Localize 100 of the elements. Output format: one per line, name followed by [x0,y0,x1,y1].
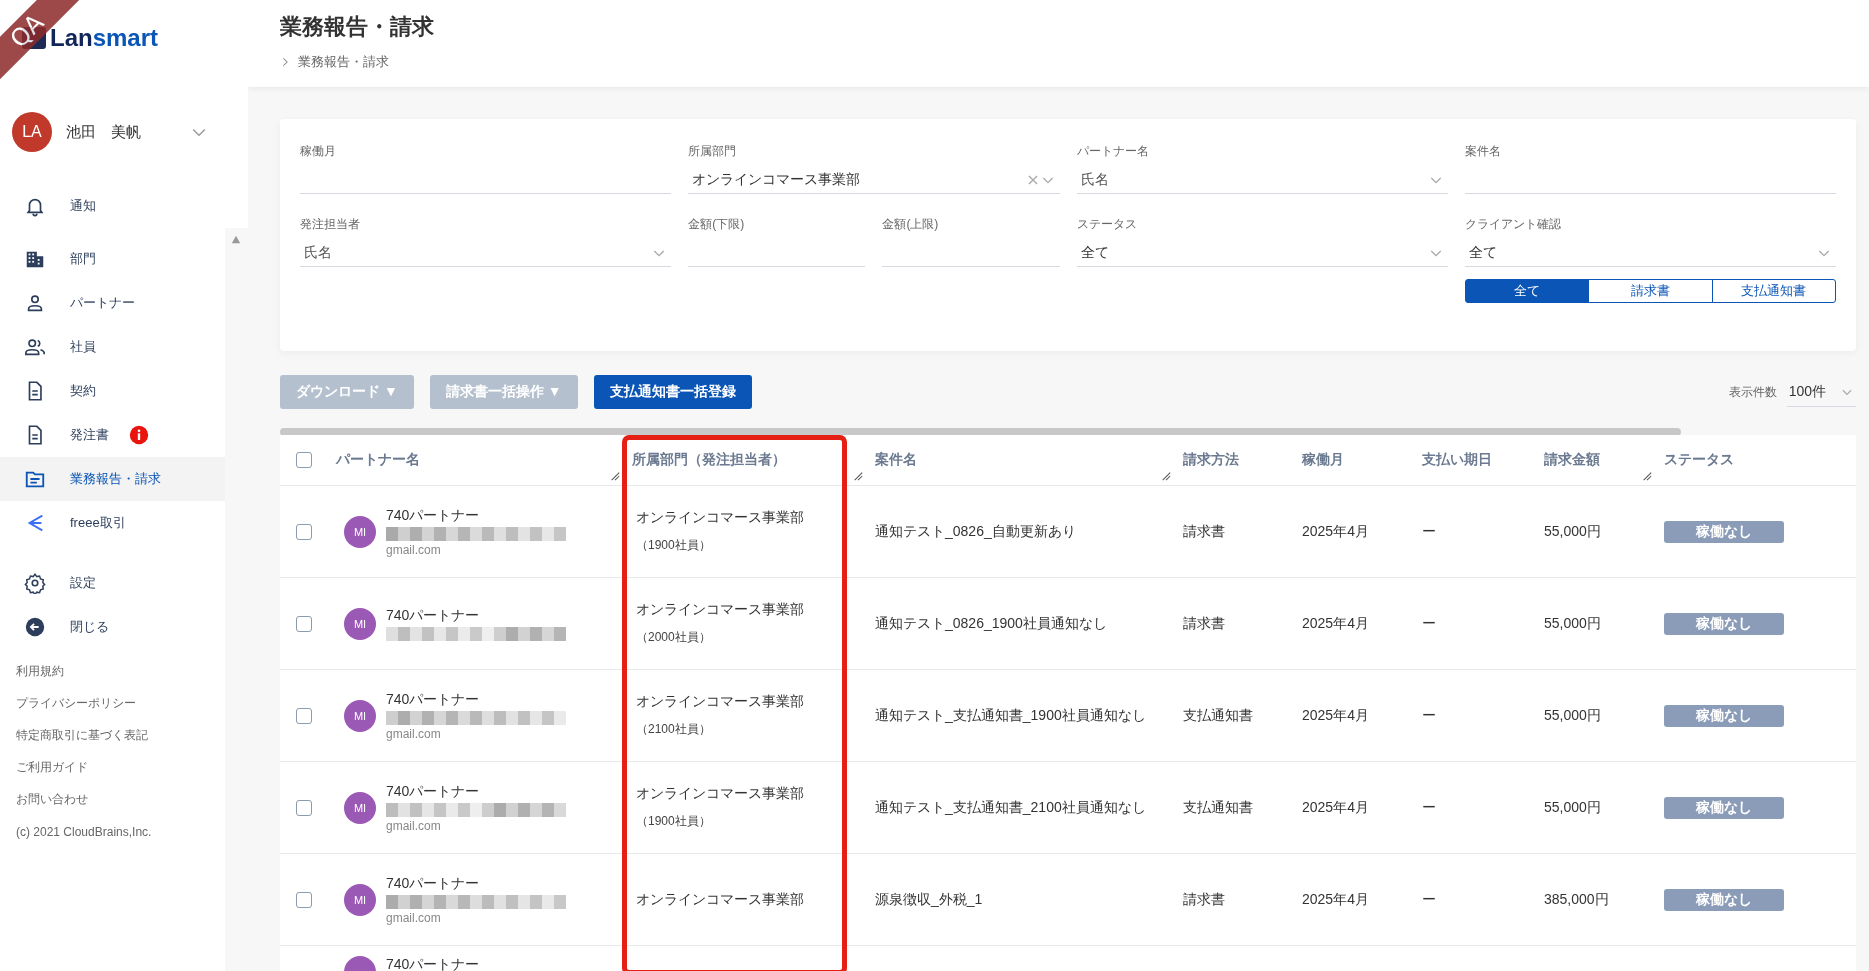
status-badge: 稼働なし [1664,612,1784,635]
field-label: 稼働月 [300,143,337,160]
field-label: 金額(上限) [882,216,940,233]
billing-method: 請求書 [1183,522,1225,541]
project-name: 通知テスト_支払通知書_1900社員通知なし [875,706,1146,725]
nav-item[interactable]: 社員 [0,325,225,369]
chevron-right-icon [280,57,290,67]
nav-item[interactable]: 業務報告・請求 [0,457,225,501]
billing-method: 請求書 [1183,614,1225,633]
column-header[interactable]: 支払い期日 [1422,451,1492,469]
partner-name: 740パートナー [386,606,481,625]
checkbox[interactable] [296,891,312,908]
work-month: 2025年4月 [1302,614,1369,633]
column-header[interactable]: 請求金額 [1544,451,1600,469]
partner-name: 740パートナー [386,506,481,525]
column-header[interactable]: 稼働月 [1302,451,1344,469]
nav-item[interactable]: 通知 [0,184,225,228]
billed-amount: 55,000円 [1544,614,1601,633]
project-name: 通知テスト_0826_1900社員通知なし [875,614,1107,633]
column-header[interactable]: ステータス [1664,451,1734,469]
page-size-label: 表示件数 [1728,383,1777,401]
due-date: ー [1422,706,1436,725]
field-label: パートナー名 [1076,143,1150,160]
column-header[interactable]: パートナー名 [336,451,420,469]
people-icon [24,336,46,358]
department-name: オンラインコマース事業部 [636,785,804,803]
billed-amount: 55,000円 [1544,706,1601,725]
select-field[interactable]: 氏名 [300,239,672,267]
checkbox[interactable] [296,707,312,724]
orderer-name: （2000社員） [636,629,711,646]
partner-name: 740パートナー [386,956,480,971]
column-header[interactable]: 案件名 [875,451,917,469]
orderer-name: （1900社員） [636,537,711,554]
field-label: 案件名 [1464,143,1502,160]
segment-tab[interactable]: 全て [1464,279,1590,303]
segment-tab[interactable]: 支払通知書 [1711,279,1836,303]
scroll-up-icon [229,234,243,244]
billed-amount: 385,000円 [1544,890,1609,909]
orderer-name: （1900社員） [636,813,711,830]
status-badge: 稼働なし [1664,796,1784,819]
department-name: オンラインコマース事業部 [636,890,804,909]
select-field[interactable]: 全て [1076,239,1448,267]
page-size-select[interactable]: 100件 [1786,377,1856,407]
work-month: 2025年4月 [1302,798,1369,817]
partner-avatar: MI [344,607,376,640]
select-field[interactable]: 全て [1464,239,1836,267]
due-date: ー [1422,798,1436,817]
footer-link[interactable]: プライバシーポリシー [16,695,225,712]
partner-avatar: MI [344,515,376,548]
checkbox[interactable] [296,452,312,468]
billed-amount: 55,000円 [1544,522,1601,541]
select-field[interactable]: 氏名 [1076,166,1448,194]
nav-item[interactable]: 設定 [0,561,225,605]
clear-icon [1025,172,1040,187]
field-label: ステータス [1076,216,1138,233]
segment-tab[interactable]: 請求書 [1588,279,1713,303]
nav-item[interactable]: 発注書 [0,413,225,457]
project-name: 源泉徴収_外税_1 [875,890,983,909]
checkbox[interactable] [296,523,312,540]
billing-method: 支払通知書 [1183,706,1253,725]
column-header[interactable]: 請求方法 [1183,451,1239,469]
user-avatar[interactable]: LA [12,112,52,152]
logo-text: Lansmart [50,23,159,52]
department-name: オンラインコマース事業部 [636,509,804,527]
field-label: クライアント確認 [1464,216,1562,233]
due-date: ー [1422,614,1436,633]
field-label: 所属部門 [688,143,738,160]
billing-method: 請求書 [1183,890,1225,909]
action-button[interactable]: 支払通知書一括登録 [593,375,752,409]
nav-item[interactable]: パートナー [0,281,225,325]
footer-link[interactable]: 利用規約 [16,663,225,680]
partner-avatar: MI [344,791,376,824]
partner-avatar: MI [344,883,376,916]
checkbox[interactable] [296,799,312,816]
nav-item[interactable]: 契約 [0,369,225,413]
partner-name: 740パートナー [386,690,481,709]
select-field[interactable]: オンラインコマース事業部 [688,166,1060,194]
column-header[interactable]: 所属部門（発注担当者） [632,451,786,469]
email-domain: gmail.com [386,726,442,741]
page-title: 業務報告・請求 [280,13,435,41]
field-label: 発注担当者 [300,216,361,233]
nav-item[interactable]: 部門 [0,237,225,281]
partner-name: 740パートナー [386,782,481,801]
billing-method: 支払通知書 [1183,798,1253,817]
project-name: 通知テスト_0826_自動更新あり [875,522,1076,541]
footer-link[interactable]: 特定商取引に基づく表記 [16,727,225,744]
billed-amount: 55,000円 [1544,798,1601,817]
orderer-name: （2100社員） [636,721,711,738]
user-name: 池田 美帆 [66,122,142,142]
status-badge: 稼働なし [1664,704,1784,727]
email-domain: gmail.com [386,542,442,557]
email-domain: gmail.com [386,818,442,833]
footer-link[interactable]: ご利用ガイド [16,759,225,776]
project-name: 通知テスト_支払通知書_2100社員通知なし [875,798,1146,817]
nav-item[interactable]: freee取引 [0,501,225,545]
nav-item[interactable]: 閉じる [0,605,225,649]
breadcrumb-item[interactable]: 業務報告・請求 [298,53,389,71]
checkbox[interactable] [296,615,312,632]
footer-link[interactable]: お問い合わせ [16,791,225,808]
settings-icon [24,572,46,594]
